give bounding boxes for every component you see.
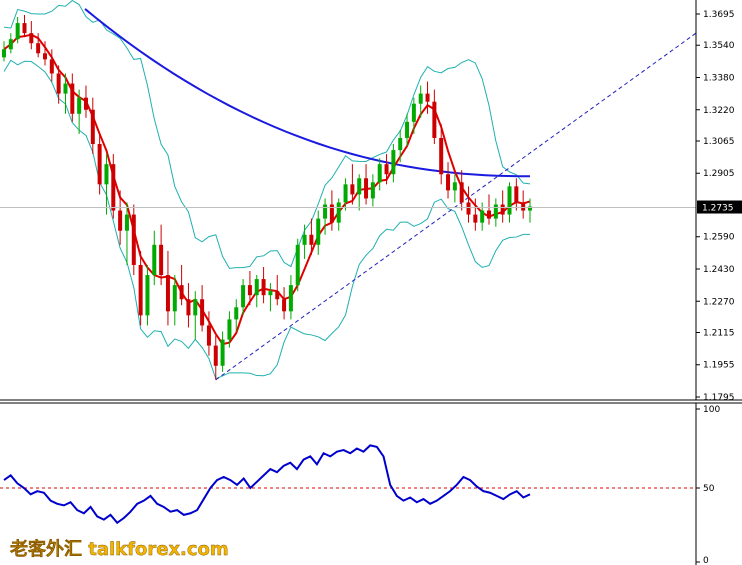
- candle-body: [254, 279, 259, 296]
- candle-body: [377, 164, 382, 183]
- price-tick-label: 1.1955: [703, 361, 735, 371]
- watermark-text: 老客外汇 talkforex.com: [10, 538, 229, 560]
- current-price-text: 1.2735: [702, 204, 734, 214]
- candle-body: [8, 39, 13, 50]
- current-price-label: 1.2735: [697, 200, 742, 214]
- candle-body: [487, 210, 492, 219]
- price-tick-label: 1.3220: [703, 106, 735, 116]
- price-tick-label: 1.2905: [703, 169, 735, 179]
- candle-body: [179, 285, 184, 300]
- candle-body: [152, 244, 157, 276]
- candle-body: [309, 234, 314, 245]
- candle-body: [370, 182, 375, 199]
- candle-body: [425, 93, 430, 102]
- candle-body: [398, 137, 403, 151]
- candle-body: [77, 97, 82, 114]
- candle-body: [507, 186, 512, 215]
- price-tick-label: 1.3540: [703, 41, 735, 51]
- price-tick-label: 1.2115: [703, 328, 735, 338]
- candle-body: [439, 137, 444, 175]
- candle-body: [15, 23, 20, 40]
- forex-chart: 1.3695 1.3540 1.3380 1.3220 1.3065 1.2905 1.25…: [0, 0, 742, 565]
- price-tick-label: 1.3695: [703, 10, 735, 20]
- candle-body: [295, 244, 300, 286]
- candle-body: [323, 204, 328, 219]
- candle-body: [63, 83, 68, 94]
- candle-body: [446, 174, 451, 191]
- candle-body: [227, 319, 232, 340]
- candle-body: [432, 101, 437, 138]
- candle-body: [200, 299, 205, 326]
- candle-body: [343, 184, 348, 203]
- candle-body: [159, 244, 164, 276]
- candle-body: [56, 73, 61, 94]
- candle-body: [391, 150, 396, 175]
- candle-body: [138, 264, 143, 316]
- candle-body: [452, 182, 457, 191]
- candle-body: [357, 178, 362, 195]
- candle-body: [261, 279, 266, 296]
- candle-body: [480, 210, 485, 223]
- candle-body: [336, 202, 341, 223]
- candle-body: [418, 93, 423, 104]
- oscillator-tick-label: 100: [703, 405, 720, 415]
- price-tick-label: 1.2430: [703, 265, 735, 275]
- candle-body: [172, 285, 177, 312]
- candle-body: [165, 275, 170, 312]
- candle-body: [411, 103, 416, 122]
- candle-body: [364, 178, 369, 199]
- candle-body: [104, 164, 109, 185]
- candle-body: [459, 182, 464, 203]
- candle-body: [83, 97, 88, 110]
- candle-body: [206, 325, 211, 346]
- candle-body: [97, 144, 102, 185]
- price-tick-label: 1.1795: [703, 393, 735, 403]
- oscillator-tick-label: 0: [703, 556, 709, 565]
- candle-body: [2, 49, 6, 58]
- candle-body: [49, 59, 54, 74]
- candle-body: [268, 291, 273, 296]
- candle-body: [350, 184, 355, 195]
- price-tick-label: 1.3380: [703, 73, 735, 83]
- price-tick-label: 1.3065: [703, 137, 735, 147]
- candle-body: [131, 214, 136, 265]
- candle-body: [247, 285, 252, 296]
- candle-body: [493, 204, 498, 219]
- candle-body: [29, 33, 34, 44]
- candle-body: [302, 234, 307, 245]
- candle-body: [234, 307, 239, 320]
- candle-body: [405, 121, 410, 138]
- candle-body: [124, 214, 129, 231]
- candle-body: [282, 299, 287, 312]
- candle-body: [316, 218, 321, 245]
- candle-body: [241, 285, 246, 308]
- candle-body: [473, 214, 478, 223]
- candle-body: [521, 202, 526, 211]
- candle-body: [70, 83, 75, 114]
- candle-body: [145, 275, 150, 316]
- candle-body: [193, 299, 198, 316]
- candle-body: [466, 202, 471, 215]
- candle-body: [384, 164, 389, 175]
- candle-body: [220, 339, 225, 366]
- candle-body: [118, 210, 123, 231]
- price-tick-label: 1.2270: [703, 297, 735, 307]
- candle-body: [213, 345, 218, 366]
- candle-body: [111, 164, 116, 211]
- candle-body: [500, 204, 505, 215]
- price-tick-label: 1.2590: [703, 233, 735, 243]
- candle-body: [514, 186, 519, 203]
- candle-body: [275, 291, 280, 300]
- candle-body: [186, 299, 191, 316]
- candle-body: [42, 53, 47, 60]
- candle-body: [36, 43, 41, 54]
- oscillator-tick-label: 50: [703, 484, 715, 494]
- candle-body: [288, 285, 293, 312]
- candle-body: [90, 109, 95, 145]
- candle-body: [22, 23, 27, 34]
